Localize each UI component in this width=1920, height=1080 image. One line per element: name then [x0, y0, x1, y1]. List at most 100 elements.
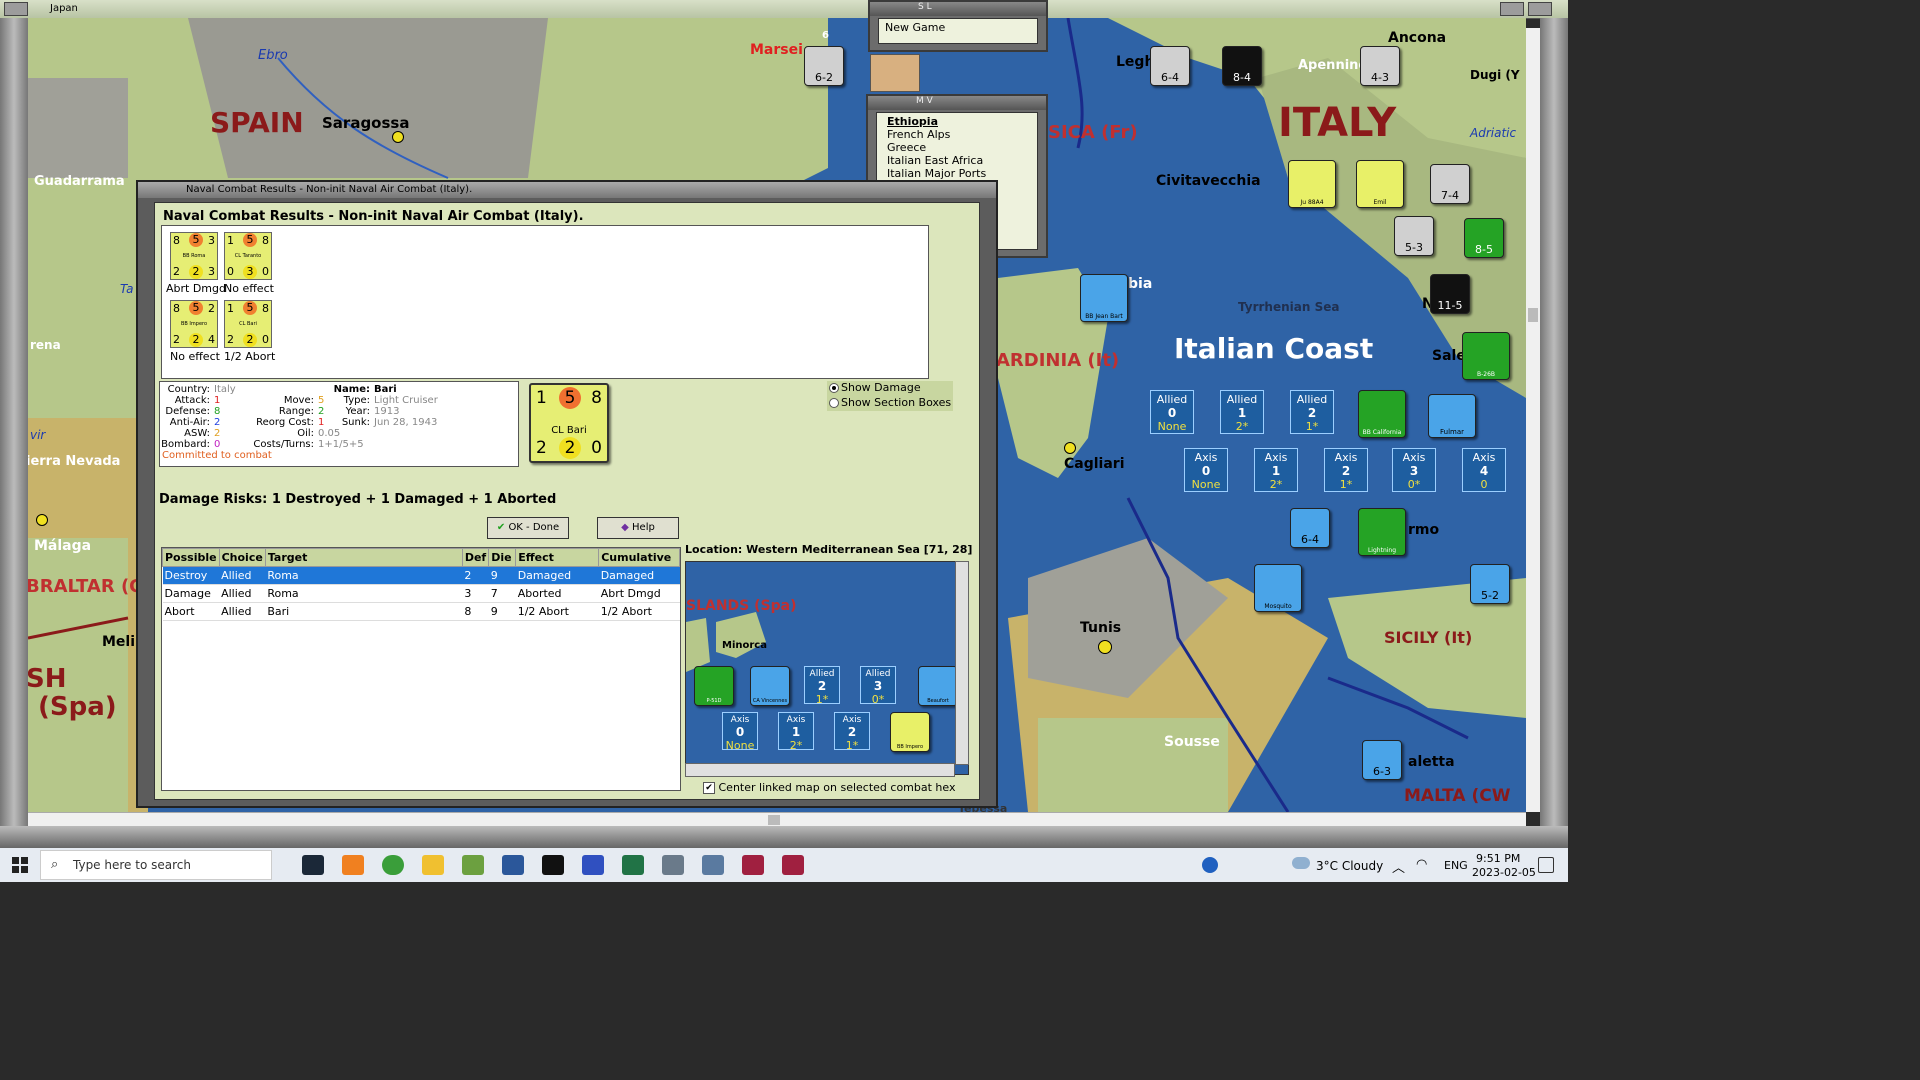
notepad-icon[interactable]: [462, 855, 484, 875]
show-damage-label[interactable]: Show Damage: [841, 381, 921, 394]
dialog-title-bar[interactable]: Naval Combat Results - Non-init Naval Ai…: [138, 182, 996, 198]
ship-counter[interactable]: BB California: [1358, 390, 1406, 438]
city-tunis-dot[interactable]: [1098, 640, 1112, 654]
window-grip-icon[interactable]: [4, 2, 28, 16]
city-malaga-dot[interactable]: [36, 514, 48, 526]
axis-box-3[interactable]: Axis 3 0*: [1392, 448, 1436, 492]
app-window-icon[interactable]: [702, 855, 724, 875]
column-header[interactable]: Effect: [515, 548, 600, 567]
disney-plus-icon[interactable]: [582, 855, 604, 875]
axis-box-4[interactable]: Axis 4 0: [1462, 448, 1506, 492]
ship-counter-taranto[interactable]: 158 CL Taranto 030: [224, 232, 272, 280]
axis-box-1[interactable]: Axis 1 2*: [1254, 448, 1298, 492]
taskbar-search-input[interactable]: ⌕ Type here to search: [40, 850, 272, 880]
tray-chevron-icon[interactable]: ︿: [1392, 857, 1405, 876]
wifi-icon[interactable]: ◠: [1416, 857, 1427, 872]
aircraft-counter[interactable]: Lightning: [1358, 508, 1406, 556]
vlc-icon[interactable]: [342, 855, 364, 875]
window-restore-icon[interactable]: [1528, 2, 1552, 16]
game-icon[interactable]: [742, 855, 764, 875]
ok-done-button[interactable]: ✔ OK - Done: [487, 517, 569, 539]
combat-results-table[interactable]: Possible Choice Target Def Die Effect Cu…: [161, 547, 681, 791]
excel-icon[interactable]: [622, 855, 644, 875]
selected-ship-counter[interactable]: 158 CL Bari 220: [529, 383, 609, 463]
aircraft-counter[interactable]: Fulmar: [1428, 394, 1476, 438]
game-icon[interactable]: [782, 855, 804, 875]
combat-minimap[interactable]: SLANDS (Spa) Minorca P-51D CA Vincennes …: [685, 561, 969, 775]
ship-counter-roma[interactable]: 853 BB Roma 223: [170, 232, 218, 280]
window-minimize-icon[interactable]: [1500, 2, 1524, 16]
table-row[interactable]: Destroy Allied Roma 2 9 Damaged Damaged: [162, 566, 680, 585]
weather-text[interactable]: 3°C Cloudy: [1316, 859, 1383, 873]
show-sections-radio[interactable]: [829, 398, 839, 408]
center-linked-map-option[interactable]: ✔ Center linked map on selected combat h…: [703, 781, 955, 794]
ship-counter-impero[interactable]: 852 BB Impero 224: [170, 300, 218, 348]
minimap-axis-box-0[interactable]: Axis 0 None: [722, 712, 758, 752]
calculator-icon[interactable]: [662, 855, 684, 875]
show-sections-label[interactable]: Show Section Boxes: [841, 396, 951, 409]
column-header[interactable]: Def: [461, 548, 490, 567]
netflix-icon[interactable]: [542, 855, 564, 875]
hscroll-thumb[interactable]: [768, 815, 780, 825]
unit-counter[interactable]: 4-3: [1360, 46, 1400, 86]
city-cagliari-dot[interactable]: [1064, 442, 1076, 454]
minimap-horizontal-scrollbar[interactable]: [685, 763, 955, 777]
column-header[interactable]: Die: [488, 548, 517, 567]
minimap-allied-box-3[interactable]: Allied 3 0*: [860, 666, 896, 706]
unit-counter[interactable]: 8-4: [1222, 46, 1262, 86]
help-button[interactable]: ◆ Help: [597, 517, 679, 539]
unit-counter[interactable]: 11-5: [1430, 274, 1470, 314]
unit-counter[interactable]: 5-2: [1470, 564, 1510, 604]
show-damage-radio[interactable]: [829, 383, 839, 393]
chrome-icon[interactable]: [382, 855, 404, 875]
mv-item-ethiopia[interactable]: Ethiopia: [887, 115, 1027, 128]
sl-item-new-game[interactable]: New Game: [885, 21, 1031, 34]
column-header[interactable]: Cumulative: [598, 548, 680, 567]
mv-item-italian-east-africa[interactable]: Italian East Africa: [887, 154, 1027, 167]
aircraft-counter[interactable]: Ju 88A4: [1288, 160, 1336, 208]
vscroll-thumb[interactable]: [1528, 308, 1538, 322]
clock-time[interactable]: 9:51 PM: [1476, 852, 1520, 865]
minimap-unit[interactable]: P-51D: [694, 666, 734, 706]
map-horizontal-scrollbar[interactable]: [28, 812, 1526, 827]
ship-counter-bari[interactable]: 158 CL Bari 220: [224, 300, 272, 348]
minimap-vertical-scrollbar[interactable]: [955, 561, 969, 765]
unit-counter[interactable]: 6-4: [1150, 46, 1190, 86]
windows-start-icon[interactable]: [12, 857, 28, 873]
mv-item-italian-major-ports[interactable]: Italian Major Ports: [887, 167, 1027, 180]
allied-box-2[interactable]: Allied 2 1*: [1290, 390, 1334, 434]
ship-counter[interactable]: BB Jean Bart: [1080, 274, 1128, 322]
clock-date[interactable]: 2023-02-05: [1472, 866, 1536, 879]
allied-box-0[interactable]: Allied 0 None: [1150, 390, 1194, 434]
unit-counter[interactable]: 8-5: [1464, 218, 1504, 258]
help-circle-icon[interactable]: [1202, 857, 1218, 873]
city-saragossa-dot[interactable]: [392, 131, 404, 143]
unit-counter[interactable]: 6-3: [1362, 740, 1402, 780]
minimap-allied-box-2[interactable]: Allied 2 1*: [804, 666, 840, 706]
minimap-axis-box-2[interactable]: Axis 2 1*: [834, 712, 870, 752]
minimap-axis-box-1[interactable]: Axis 1 2*: [778, 712, 814, 752]
file-explorer-icon[interactable]: [422, 855, 444, 875]
allied-box-1[interactable]: Allied 1 2*: [1220, 390, 1264, 434]
steam-icon[interactable]: [302, 855, 324, 875]
table-row[interactable]: Abort Allied Bari 8 9 1/2 Abort 1/2 Abort: [162, 602, 680, 621]
aircraft-counter[interactable]: B-26B: [1462, 332, 1510, 380]
unit-counter[interactable]: 6-4: [1290, 508, 1330, 548]
column-header[interactable]: Choice: [218, 548, 266, 567]
weather-cloud-icon[interactable]: [1292, 857, 1310, 869]
column-header[interactable]: Target: [264, 548, 463, 567]
notifications-icon[interactable]: [1538, 857, 1554, 873]
minimap-unit[interactable]: BB Impero: [890, 712, 930, 752]
word-icon[interactable]: [502, 855, 524, 875]
minimap-unit[interactable]: CA Vincennes: [750, 666, 790, 706]
aircraft-counter[interactable]: Mosquito: [1254, 564, 1302, 612]
table-row[interactable]: Damage Allied Roma 3 7 Aborted Abrt Dmgd: [162, 584, 680, 603]
center-linked-map-checkbox[interactable]: ✔: [703, 782, 715, 794]
axis-box-0[interactable]: Axis 0 None: [1184, 448, 1228, 492]
map-vertical-scrollbar[interactable]: [1526, 28, 1540, 812]
unit-counter[interactable]: 7-4: [1430, 164, 1470, 204]
column-header[interactable]: Possible: [162, 548, 220, 567]
supply-crate-icon[interactable]: [870, 54, 920, 92]
aircraft-counter[interactable]: Emil: [1356, 160, 1404, 208]
unit-counter[interactable]: 5-3: [1394, 216, 1434, 256]
